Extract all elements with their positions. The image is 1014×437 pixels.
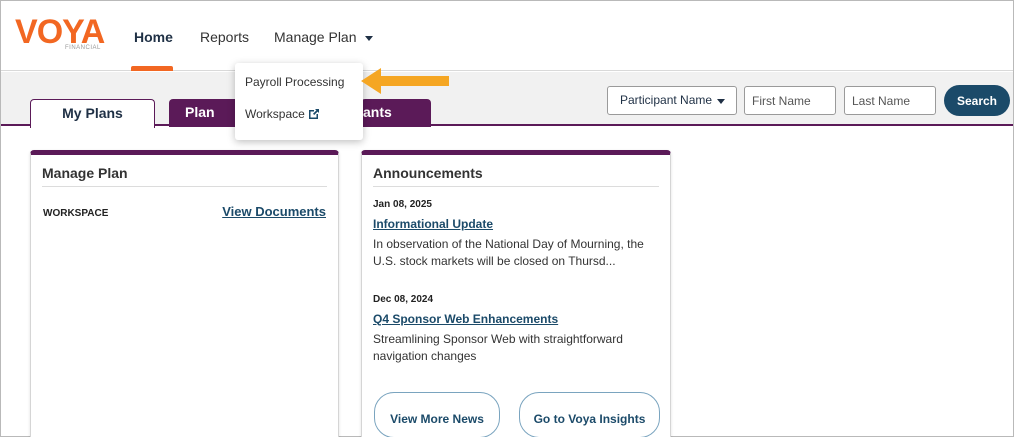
view-documents-link[interactable]: View Documents bbox=[222, 204, 326, 219]
announcement-body: In observation of the National Day of Mo… bbox=[373, 237, 644, 268]
announcement-body: Streamlining Sponsor Web with straightfo… bbox=[373, 332, 623, 363]
highlight-arrow-icon bbox=[361, 68, 449, 94]
announcements-card: Announcements Jan 08, 2025 Informational… bbox=[361, 150, 671, 437]
voya-logo[interactable]: VOYA FINANCIAL bbox=[15, 15, 105, 55]
divider bbox=[373, 186, 659, 187]
tab-my-plans[interactable]: My Plans bbox=[30, 99, 155, 128]
chevron-down-icon bbox=[717, 99, 725, 104]
go-to-insights-button[interactable]: Go to Voya Insights bbox=[519, 392, 660, 437]
nav-manage-plan-label: Manage Plan bbox=[274, 29, 357, 45]
menu-item-payroll-processing[interactable]: Payroll Processing bbox=[245, 75, 344, 89]
divider bbox=[42, 186, 327, 187]
tab-participants[interactable]: ants bbox=[361, 99, 431, 127]
external-link-icon bbox=[308, 108, 320, 123]
nav-manage-plan[interactable]: Manage Plan bbox=[274, 29, 373, 45]
announcement-date: Jan 08, 2025 bbox=[373, 199, 432, 210]
view-more-news-button[interactable]: View More News bbox=[374, 392, 500, 437]
search-button[interactable]: Search bbox=[944, 85, 1010, 116]
announcement-title-link[interactable]: Informational Update bbox=[373, 217, 493, 231]
logo-subtitle: FINANCIAL bbox=[65, 45, 101, 51]
manage-plan-dropdown: Payroll Processing Workspace bbox=[235, 63, 363, 140]
search-type-value: Participant Name bbox=[620, 93, 713, 107]
announcement-title-link[interactable]: Q4 Sponsor Web Enhancements bbox=[373, 312, 558, 326]
nav-reports[interactable]: Reports bbox=[200, 29, 249, 45]
card-title: Manage Plan bbox=[42, 165, 128, 181]
nav-active-indicator bbox=[131, 66, 173, 71]
manage-plan-card: Manage Plan WORKSPACE View Documents bbox=[30, 150, 339, 437]
logo-wordmark: VOYA bbox=[15, 13, 105, 51]
menu-item-workspace-label: Workspace bbox=[245, 107, 305, 121]
last-name-input[interactable] bbox=[844, 86, 936, 115]
top-navigation: VOYA FINANCIAL Home Reports Manage Plan bbox=[1, 1, 1013, 71]
announcement-date: Dec 08, 2024 bbox=[373, 294, 434, 305]
search-type-select[interactable]: Participant Name bbox=[607, 86, 737, 115]
workspace-label: WORKSPACE bbox=[43, 208, 109, 219]
card-title: Announcements bbox=[373, 165, 483, 181]
menu-item-workspace[interactable]: Workspace bbox=[245, 107, 320, 123]
first-name-input[interactable] bbox=[744, 86, 836, 115]
nav-home[interactable]: Home bbox=[134, 29, 173, 45]
app-window: VOYA FINANCIAL Home Reports Manage Plan … bbox=[0, 0, 1014, 437]
chevron-down-icon bbox=[364, 35, 373, 41]
